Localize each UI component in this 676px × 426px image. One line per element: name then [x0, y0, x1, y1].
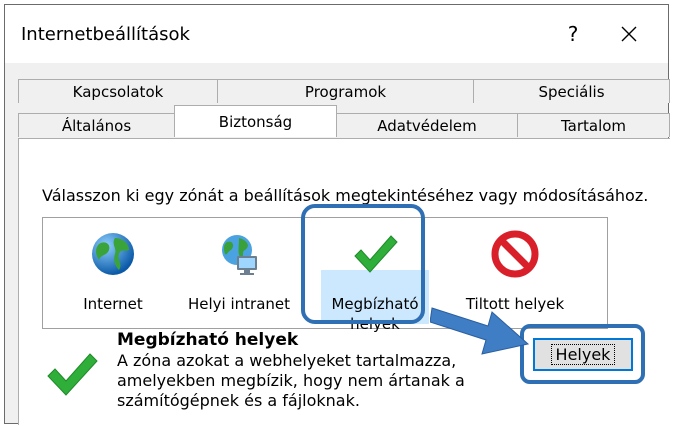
close-button[interactable] [607, 17, 651, 51]
sites-button-annotation [520, 324, 645, 384]
window-title: Internetbeállítások [21, 24, 190, 45]
zone-label-intranet: Helyi intranet [187, 295, 291, 313]
zone-instruction: Válasszon ki egy zónát a beállítások meg… [42, 186, 649, 205]
zone-local-intranet[interactable]: Helyi intranet [179, 218, 299, 328]
trusted-zone-annotation [301, 204, 425, 324]
tab-tartalom[interactable]: Tartalom [517, 113, 670, 137]
arrow-annotation-icon [430, 307, 530, 355]
globe-icon [92, 233, 134, 275]
tab-adatvedelem[interactable]: Adatvédelem [336, 113, 518, 137]
tab-row-bottom: Általános Biztonság Adatvédelem Tartalom [18, 105, 670, 137]
help-button[interactable]: ? [551, 17, 595, 51]
intranet-icon [222, 235, 257, 275]
tab-biztonsag[interactable]: Biztonság [174, 105, 337, 137]
restricted-icon [491, 230, 539, 278]
tab-row-top: Kapcsolatok Programok Speciális [18, 79, 670, 103]
green-check-icon [47, 353, 98, 396]
title-bar: Internetbeállítások ? [5, 5, 668, 63]
zone-internet[interactable]: Internet [53, 218, 173, 328]
selected-zone-description: A zóna azokat a webhelyeket tartalmazza,… [117, 351, 465, 410]
tab-altalanos[interactable]: Általános [18, 113, 175, 137]
zone-label-internet: Internet [83, 295, 143, 313]
tab-specialis[interactable]: Speciális [473, 79, 670, 103]
selected-zone-title: Megbízható helyek [117, 330, 299, 350]
tab-programok[interactable]: Programok [217, 79, 474, 103]
close-icon [621, 26, 637, 42]
tab-kapcsolatok[interactable]: Kapcsolatok [18, 79, 218, 103]
